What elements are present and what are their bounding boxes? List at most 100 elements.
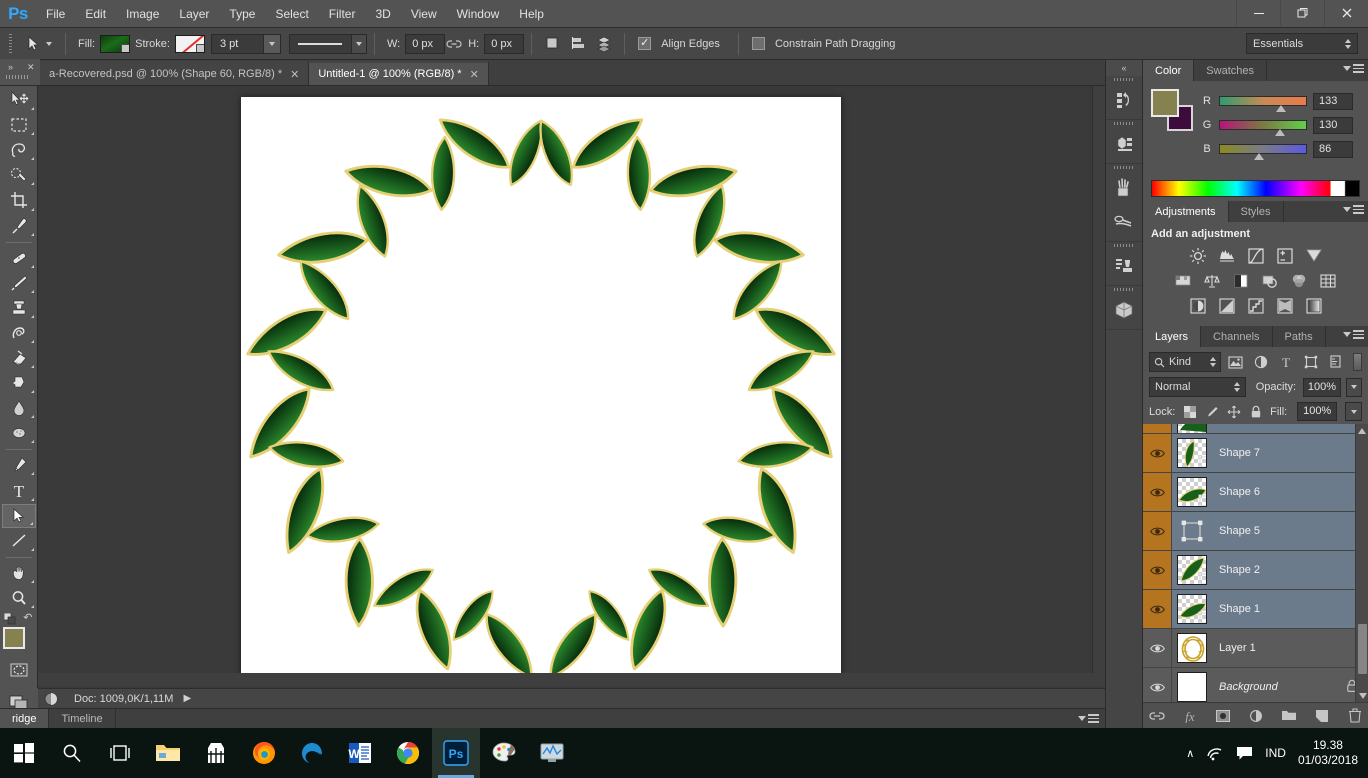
close-icon[interactable]: ✕ [470, 68, 479, 81]
layer-thumbnail[interactable] [1177, 633, 1207, 663]
adjustments-panel-menu-icon[interactable] [1343, 205, 1364, 214]
tabs-gripper[interactable]: » ✕ [0, 59, 40, 85]
pixel-filter-icon[interactable] [1225, 352, 1246, 372]
layer-thumbnail[interactable] [1177, 516, 1207, 546]
photoshop-icon[interactable]: Ps [432, 728, 480, 778]
color-panel-menu-icon[interactable] [1343, 64, 1364, 73]
layer-filter-toggle[interactable] [1353, 353, 1362, 371]
stroke-style-chevron-down-icon[interactable] [351, 34, 367, 54]
workspace-selector[interactable]: Essentials [1246, 33, 1358, 54]
tab-timeline[interactable]: Timeline [49, 709, 115, 728]
task-view-icon[interactable] [96, 728, 144, 778]
table-row[interactable]: Shape 2 [1143, 551, 1368, 590]
fill-input[interactable]: 100% [1297, 402, 1337, 421]
scrollbar-thumb[interactable] [1358, 624, 1367, 674]
layer-thumbnail[interactable] [1177, 424, 1207, 434]
path-operations-button[interactable] [539, 32, 565, 56]
color-spectrum-ramp[interactable] [1151, 180, 1360, 197]
dock-gripper[interactable] [1106, 120, 1142, 127]
layer-name[interactable]: Shape 7 [1219, 447, 1260, 459]
file-explorer-icon[interactable] [144, 728, 192, 778]
lock-image-icon[interactable] [1204, 404, 1219, 420]
fill-chevron-down-icon[interactable] [1345, 402, 1362, 421]
bottom-panel-menu-icon[interactable] [1078, 709, 1105, 728]
dock-gripper[interactable] [1106, 76, 1142, 83]
rectangular-marquee-tool[interactable] [2, 113, 36, 137]
channel-mixer-icon[interactable] [1290, 271, 1309, 290]
paint-icon[interactable] [480, 728, 528, 778]
search-icon[interactable] [48, 728, 96, 778]
table-row[interactable]: Background [1143, 668, 1368, 702]
canvas-horizontal-scrollbar[interactable] [38, 673, 1105, 686]
lock-all-icon[interactable] [1248, 404, 1263, 420]
constrain-path-dragging-checkbox[interactable] [752, 37, 765, 50]
table-row[interactable]: Shape 7 [1143, 434, 1368, 473]
media-player-icon[interactable] [528, 728, 576, 778]
blend-mode-select[interactable]: Normal [1149, 377, 1246, 397]
expand-panels-icon[interactable]: « [1106, 60, 1142, 76]
dock-gripper[interactable] [1106, 242, 1142, 249]
dodge-tool[interactable] [2, 421, 36, 445]
hue-saturation-icon[interactable] [1174, 271, 1193, 290]
foreground-color-swatch[interactable] [1151, 89, 1179, 117]
table-row[interactable] [1143, 424, 1368, 434]
menu-type[interactable]: Type [219, 0, 265, 28]
layer-visibility-toggle[interactable] [1143, 473, 1172, 511]
close-button[interactable] [1324, 0, 1368, 26]
clock[interactable]: 19.38 01/03/2018 [1298, 738, 1358, 768]
layer-name[interactable]: Shape 5 [1219, 525, 1260, 537]
layer-name[interactable]: Shape 2 [1219, 564, 1260, 576]
blue-value[interactable]: 86 [1313, 141, 1353, 158]
document-info-icon[interactable] [38, 692, 64, 706]
green-slider[interactable] [1219, 120, 1307, 130]
table-row[interactable]: Shape 1 [1143, 590, 1368, 629]
quick-selection-tool[interactable] [2, 163, 36, 187]
dock-gripper[interactable] [1106, 286, 1142, 293]
red-value[interactable]: 133 [1313, 93, 1353, 110]
menu-view[interactable]: View [401, 0, 447, 28]
history-panel-icon[interactable] [1106, 83, 1142, 117]
curves-icon[interactable] [1246, 246, 1265, 265]
add-layer-style-icon[interactable]: fx [1182, 708, 1198, 724]
clone-source-panel-icon[interactable] [1106, 249, 1142, 283]
layer-visibility-toggle[interactable] [1143, 590, 1172, 628]
lock-transparency-icon[interactable] [1182, 404, 1197, 420]
layer-name[interactable]: Layer 1 [1219, 642, 1256, 654]
tool-preset-picker[interactable] [16, 33, 58, 55]
menu-layer[interactable]: Layer [169, 0, 219, 28]
tab-adjustments[interactable]: Adjustments [1143, 201, 1229, 222]
link-dimensions-icon[interactable] [445, 38, 463, 50]
new-group-icon[interactable] [1281, 708, 1297, 724]
stroke-weight-chevron-down-icon[interactable] [263, 34, 281, 54]
canvas-vertical-scrollbar[interactable] [1092, 86, 1105, 686]
brush-tool[interactable] [2, 271, 36, 295]
foreground-color-swatch[interactable] [3, 627, 25, 649]
layer-thumbnail[interactable] [1177, 594, 1207, 624]
path-arrangement-button[interactable] [591, 32, 617, 56]
selective-color-icon[interactable] [1304, 296, 1323, 315]
table-row[interactable]: Shape 5 [1143, 512, 1368, 551]
layer-thumbnail[interactable] [1177, 672, 1207, 702]
color-lookup-icon[interactable] [1319, 271, 1338, 290]
edge-icon[interactable] [288, 728, 336, 778]
stroke-style-combo[interactable] [289, 34, 367, 54]
layer-visibility-toggle[interactable] [1143, 668, 1172, 702]
tab-styles[interactable]: Styles [1229, 201, 1284, 222]
tab-swatches[interactable]: Swatches [1194, 60, 1267, 81]
tab-bridge[interactable]: ridge [0, 709, 49, 728]
table-row[interactable]: Shape 6 [1143, 473, 1368, 512]
type-filter-icon[interactable]: T [1275, 352, 1296, 372]
horizontal-type-tool[interactable]: T [2, 478, 36, 502]
table-row[interactable]: Layer 1 [1143, 629, 1368, 668]
3d-panel-icon[interactable] [1106, 293, 1142, 327]
tab-layers[interactable]: Layers [1143, 326, 1201, 347]
menu-filter[interactable]: Filter [319, 0, 366, 28]
layer-name[interactable]: Background [1219, 681, 1278, 693]
options-bar-gripper[interactable] [4, 31, 16, 57]
constrain-path-dragging-row[interactable]: Constrain Path Dragging [746, 37, 906, 50]
layer-name[interactable]: Shape 6 [1219, 486, 1260, 498]
dock-gripper[interactable] [1106, 164, 1142, 171]
network-icon[interactable] [1206, 745, 1224, 761]
shape-filter-icon[interactable] [1301, 352, 1322, 372]
maximize-restore-button[interactable] [1280, 0, 1324, 26]
